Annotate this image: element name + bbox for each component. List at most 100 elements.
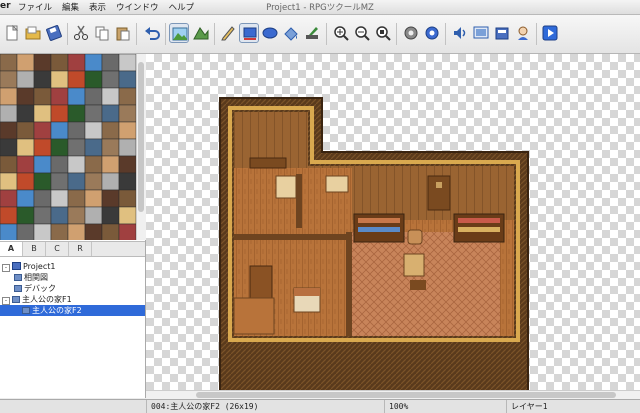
tile-swatch[interactable] [0, 121, 18, 140]
tile-swatch[interactable] [84, 121, 103, 140]
tile-swatch[interactable] [16, 155, 35, 174]
tile-swatch[interactable] [16, 189, 35, 208]
tile-swatch[interactable] [67, 70, 86, 89]
tree-map-3[interactable]: - 主人公の家F1 [2, 294, 147, 305]
tab-a[interactable]: A [0, 242, 23, 256]
tile-swatch[interactable] [0, 223, 18, 240]
map-mode-icon[interactable] [169, 23, 189, 43]
tile-swatch[interactable] [118, 104, 136, 123]
tree-map-2[interactable]: デバック [14, 283, 159, 294]
fill-icon[interactable] [281, 23, 301, 43]
tile-swatch[interactable] [67, 104, 86, 123]
tile-swatch[interactable] [101, 70, 120, 89]
map-horizontal-scrollbar[interactable] [146, 390, 640, 399]
tree-map-1[interactable]: 相関図 [14, 272, 159, 283]
tile-swatch[interactable] [101, 104, 120, 123]
tile-swatch[interactable] [16, 172, 35, 191]
tile-swatch[interactable] [84, 138, 103, 157]
tile-swatch[interactable] [118, 206, 136, 225]
ellipse-icon[interactable] [260, 23, 280, 43]
tile-swatch[interactable] [84, 104, 103, 123]
tile-swatch[interactable] [84, 70, 103, 89]
tile-swatch[interactable] [33, 172, 52, 191]
tile-swatch[interactable] [0, 155, 18, 174]
tile-swatch[interactable] [0, 104, 18, 123]
tile-swatch[interactable] [50, 155, 69, 174]
sound-test-icon[interactable] [450, 23, 470, 43]
scrollbar-thumb[interactable] [138, 62, 144, 212]
tile-swatch[interactable] [84, 172, 103, 191]
copy-icon[interactable] [92, 23, 112, 43]
tab-b[interactable]: B [23, 242, 46, 256]
tree-map-4[interactable]: 主人公の家F2 [0, 305, 145, 316]
tile-swatch[interactable] [101, 121, 120, 140]
tile-swatch[interactable] [33, 189, 52, 208]
tile-swatch[interactable] [50, 121, 69, 140]
tile-swatch[interactable] [67, 223, 86, 240]
tab-c[interactable]: C [46, 242, 69, 256]
tile-swatch[interactable] [33, 54, 52, 72]
tile-swatch[interactable] [0, 172, 18, 191]
tile-swatch[interactable] [16, 223, 35, 240]
database-icon[interactable] [401, 23, 421, 43]
tile-swatch[interactable] [50, 172, 69, 191]
tile-swatch[interactable] [50, 54, 69, 72]
tile-swatch[interactable] [16, 121, 35, 140]
paste-icon[interactable] [113, 23, 133, 43]
tile-swatch[interactable] [101, 138, 120, 157]
tile-swatch[interactable] [101, 87, 120, 106]
tile-swatch[interactable] [118, 189, 136, 208]
tile-swatch[interactable] [118, 87, 136, 106]
tile-swatch[interactable] [33, 138, 52, 157]
collapse-icon[interactable]: - [2, 264, 10, 272]
tile-swatch[interactable] [0, 70, 18, 89]
tile-swatch[interactable] [67, 87, 86, 106]
tile-swatch[interactable] [84, 189, 103, 208]
tile-swatch[interactable] [50, 87, 69, 106]
tile-swatch[interactable] [16, 206, 35, 225]
tile-swatch[interactable] [0, 54, 18, 72]
tile-swatch[interactable] [101, 54, 120, 72]
tileset-palette[interactable] [0, 54, 136, 240]
tile-swatch[interactable] [50, 223, 69, 240]
map-canvas[interactable] [146, 54, 640, 390]
open-project-icon[interactable] [23, 23, 43, 43]
tile-swatch[interactable] [118, 54, 136, 72]
tab-r[interactable]: R [69, 242, 92, 256]
tile-swatch[interactable] [101, 206, 120, 225]
tile-swatch[interactable] [33, 206, 52, 225]
tile-swatch[interactable] [33, 104, 52, 123]
tile-swatch[interactable] [33, 87, 52, 106]
tile-swatch[interactable] [67, 172, 86, 191]
tile-swatch[interactable] [16, 54, 35, 72]
event-searcher-icon[interactable] [471, 23, 491, 43]
tile-swatch[interactable] [118, 70, 136, 89]
tile-swatch[interactable] [50, 189, 69, 208]
collapse-icon[interactable]: - [2, 297, 10, 305]
tile-swatch[interactable] [33, 70, 52, 89]
tile-swatch[interactable] [0, 189, 18, 208]
tile-swatch[interactable] [50, 206, 69, 225]
tile-swatch[interactable] [50, 104, 69, 123]
rectangle-icon[interactable] [239, 23, 259, 43]
tile-swatch[interactable] [67, 138, 86, 157]
tile-swatch[interactable] [16, 87, 35, 106]
event-mode-icon[interactable] [191, 23, 211, 43]
resource-manager-icon[interactable] [492, 23, 512, 43]
tile-swatch[interactable] [33, 155, 52, 174]
zoom-actual-icon[interactable] [373, 23, 393, 43]
tile-swatch[interactable] [16, 104, 35, 123]
tile-swatch[interactable] [16, 138, 35, 157]
tile-swatch[interactable] [50, 138, 69, 157]
tile-swatch[interactable] [84, 87, 103, 106]
tile-swatch[interactable] [50, 70, 69, 89]
tile-swatch[interactable] [67, 206, 86, 225]
save-project-icon[interactable] [44, 23, 64, 43]
scrollbar-thumb[interactable] [196, 392, 616, 398]
playtest-icon[interactable] [540, 23, 560, 43]
plugin-manager-icon[interactable] [422, 23, 442, 43]
tile-swatch[interactable] [101, 223, 120, 240]
tile-swatch[interactable] [67, 189, 86, 208]
tile-swatch[interactable] [33, 223, 52, 240]
tile-swatch[interactable] [101, 189, 120, 208]
